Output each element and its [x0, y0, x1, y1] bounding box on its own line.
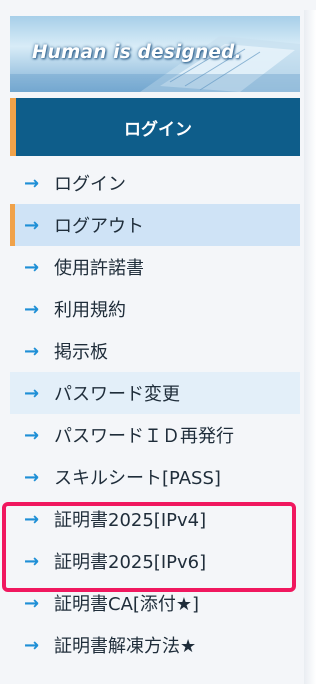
sidebar-menu: → ログイン → ログアウト → 使用許諾書 → 利用規約 → 掲示板 → パス…: [10, 162, 300, 666]
panel-shadow: [304, 10, 316, 684]
arrow-right-icon: →: [24, 214, 40, 236]
arrow-right-icon: →: [24, 592, 40, 614]
menu-item-terms[interactable]: → 利用規約: [10, 288, 300, 330]
arrow-right-icon: →: [24, 466, 40, 488]
menu-item-label: 証明書解凍方法★: [54, 636, 197, 657]
menu-item-label: 証明書2025[IPv4]: [54, 510, 207, 531]
arrow-right-icon: →: [24, 508, 40, 530]
menu-item-skill-sheet[interactable]: → スキルシート[PASS]: [10, 456, 300, 498]
menu-item-certificate-ipv4[interactable]: → 証明書2025[IPv4]: [10, 498, 300, 540]
menu-item-label: 証明書CA[添付★]: [54, 594, 200, 615]
menu-item-label: スキルシート[PASS]: [54, 468, 221, 489]
menu-item-label: ログアウト: [54, 216, 144, 237]
arrow-right-icon: →: [24, 298, 40, 320]
arrow-right-icon: →: [24, 256, 40, 278]
login-section-header: ログイン: [10, 98, 300, 156]
arrow-right-icon: →: [24, 550, 40, 572]
menu-item-bulletin-board[interactable]: → 掲示板: [10, 330, 300, 372]
arrow-right-icon: →: [24, 172, 40, 194]
menu-item-label: 証明書2025[IPv6]: [54, 552, 207, 573]
menu-item-certificate-unzip[interactable]: → 証明書解凍方法★: [10, 624, 300, 666]
menu-item-label: 使用許諾書: [54, 258, 144, 279]
menu-item-label: パスワードＩＤ再発行: [54, 426, 234, 447]
menu-item-password-change[interactable]: → パスワード変更: [10, 372, 300, 414]
menu-item-password-id-reissue[interactable]: → パスワードＩＤ再発行: [10, 414, 300, 456]
arrow-right-icon: →: [24, 340, 40, 362]
banner-slogan: Human is designed.: [32, 42, 242, 63]
menu-item-login[interactable]: → ログイン: [10, 162, 300, 204]
menu-item-certificate-ipv6[interactable]: → 証明書2025[IPv6]: [10, 540, 300, 582]
menu-item-label: 利用規約: [54, 300, 126, 321]
menu-item-label: 掲示板: [54, 342, 108, 363]
banner-image: Human is designed.: [10, 16, 300, 92]
arrow-right-icon: →: [24, 382, 40, 404]
sidebar-panel: Human is designed. ログイン → ログイン → ログアウト →…: [0, 0, 316, 684]
menu-item-logout[interactable]: → ログアウト: [10, 204, 300, 246]
menu-item-label: パスワード変更: [54, 384, 180, 405]
menu-item-license[interactable]: → 使用許諾書: [10, 246, 300, 288]
menu-item-certificate-ca[interactable]: → 証明書CA[添付★]: [10, 582, 300, 624]
menu-item-label: ログイン: [54, 174, 126, 195]
arrow-right-icon: →: [24, 424, 40, 446]
arrow-right-icon: →: [24, 634, 40, 656]
